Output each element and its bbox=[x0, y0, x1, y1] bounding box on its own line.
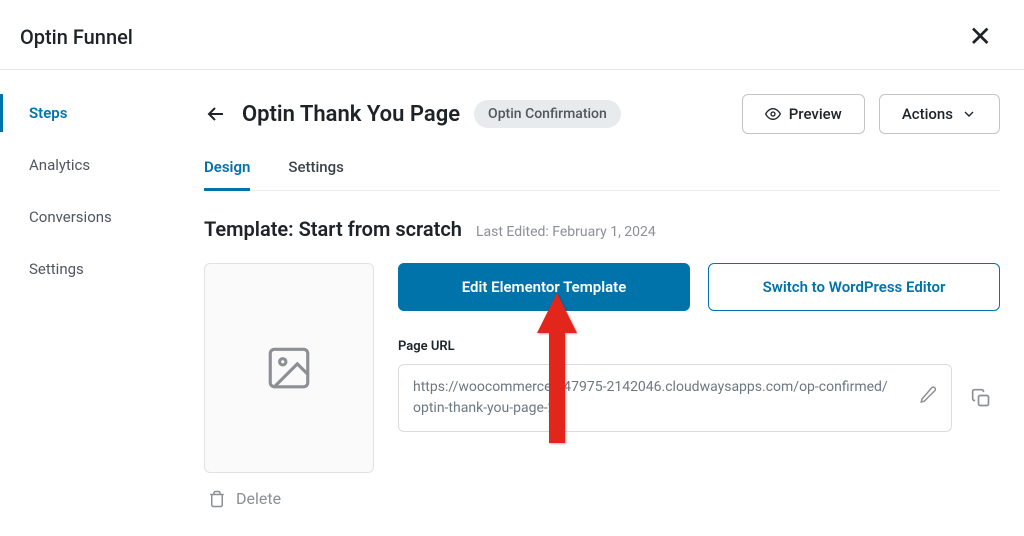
content-row: Delete Edit Elementor Template Switch to… bbox=[204, 263, 1000, 508]
last-edited: Last Edited: February 1, 2024 bbox=[476, 224, 656, 240]
main: Optin Thank You Page Optin Confirmation … bbox=[180, 70, 1024, 508]
modal-title: Optin Funnel bbox=[20, 25, 133, 49]
copy-url-button[interactable] bbox=[962, 374, 1000, 422]
trash-icon bbox=[208, 490, 226, 508]
step-type-badge: Optin Confirmation bbox=[474, 100, 621, 128]
switch-editor-button[interactable]: Switch to WordPress Editor bbox=[708, 263, 1000, 311]
copy-icon bbox=[971, 388, 991, 408]
edit-elementor-button[interactable]: Edit Elementor Template bbox=[398, 263, 690, 311]
template-thumbnail[interactable] bbox=[204, 263, 374, 473]
url-row: https://woocommerce-547975-2142046.cloud… bbox=[398, 364, 1000, 432]
chevron-down-icon bbox=[961, 106, 977, 122]
modal-header: Optin Funnel ✕ bbox=[0, 0, 1024, 70]
sidebar-item-settings[interactable]: Settings bbox=[0, 250, 180, 288]
page-header: Optin Thank You Page Optin Confirmation … bbox=[204, 94, 1000, 134]
right-column: Edit Elementor Template Switch to WordPr… bbox=[398, 263, 1000, 432]
template-label: Template: Start from scratch bbox=[204, 217, 462, 241]
delete-button[interactable]: Delete bbox=[204, 489, 281, 508]
sidebar-item-conversions[interactable]: Conversions bbox=[0, 198, 180, 236]
button-row: Edit Elementor Template Switch to WordPr… bbox=[398, 263, 1000, 311]
page-url-input[interactable]: https://woocommerce-547975-2142046.cloud… bbox=[398, 364, 952, 432]
thumbnail-column: Delete bbox=[204, 263, 374, 508]
tab-settings[interactable]: Settings bbox=[288, 158, 344, 190]
sidebar-item-steps[interactable]: Steps bbox=[0, 94, 180, 132]
body: Steps Analytics Conversions Settings Opt… bbox=[0, 70, 1024, 508]
actions-label: Actions bbox=[902, 105, 953, 123]
delete-label: Delete bbox=[236, 489, 281, 508]
page-title: Optin Thank You Page bbox=[242, 102, 460, 127]
preview-button[interactable]: Preview bbox=[742, 94, 865, 134]
actions-button[interactable]: Actions bbox=[879, 94, 1000, 134]
edit-url-button[interactable] bbox=[919, 386, 937, 411]
image-placeholder-icon bbox=[264, 343, 314, 393]
page-url-label: Page URL bbox=[398, 339, 1000, 354]
eye-icon bbox=[765, 106, 781, 122]
page-url-value: https://woocommerce-547975-2142046.cloud… bbox=[413, 379, 888, 416]
tab-design[interactable]: Design bbox=[204, 158, 250, 191]
template-heading-row: Template: Start from scratch Last Edited… bbox=[204, 217, 1000, 241]
preview-label: Preview bbox=[789, 105, 842, 123]
sidebar-item-analytics[interactable]: Analytics bbox=[0, 146, 180, 184]
tabs: Design Settings bbox=[204, 158, 1000, 191]
sidebar: Steps Analytics Conversions Settings bbox=[0, 70, 180, 508]
back-arrow-icon[interactable] bbox=[204, 102, 228, 126]
close-icon[interactable]: ✕ bbox=[961, 20, 1000, 53]
pencil-icon bbox=[919, 386, 937, 404]
